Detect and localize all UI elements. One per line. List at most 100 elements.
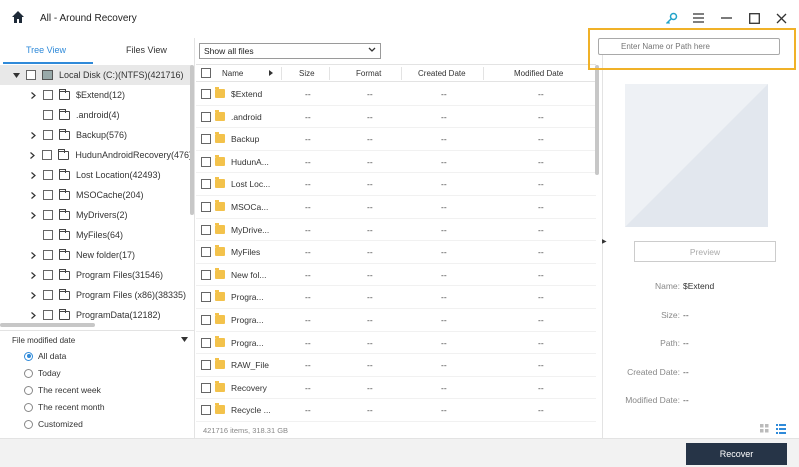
column-modified-date[interactable]: Modified Date [514,69,563,78]
radio-button[interactable] [24,402,33,412]
chevron-right-icon[interactable] [29,271,37,279]
tree-item[interactable]: HudunAndroidRecovery(476) [0,145,192,165]
column-created-date[interactable]: Created Date [418,69,466,78]
tree-item-checkbox[interactable] [42,150,53,160]
row-checkbox[interactable] [201,337,211,348]
tree-item-checkbox[interactable] [43,310,53,320]
tree-item[interactable]: Program Files(31546) [0,265,192,285]
key-icon[interactable] [664,11,678,25]
column-name[interactable]: Name [222,69,243,78]
tree-scrollbar[interactable] [190,65,194,215]
tree-item-checkbox[interactable] [43,290,53,300]
filter-option[interactable]: All data [24,351,66,361]
tab-files-view[interactable]: Files View [126,45,167,55]
sort-icon[interactable] [269,70,273,76]
chevron-right-icon[interactable] [29,171,37,179]
table-row[interactable]: $Extend -- -- -- -- [196,83,596,106]
row-checkbox[interactable] [201,224,211,235]
table-row[interactable]: Progra... -- -- -- -- [196,286,596,309]
row-checkbox[interactable] [201,179,211,190]
tree-item[interactable]: MSOCache(204) [0,185,192,205]
chevron-right-icon[interactable] [29,191,37,199]
tree-item[interactable]: $Extend(12) [0,85,192,105]
table-row[interactable]: Recovery -- -- -- -- [196,377,596,400]
filter-option[interactable]: The recent month [24,402,105,412]
radio-button[interactable] [24,385,33,395]
tree-item-checkbox[interactable] [43,110,53,120]
tree-item[interactable]: MyDrivers(2) [0,205,192,225]
filter-option[interactable]: The recent week [24,385,101,395]
minimize-icon[interactable] [719,11,733,25]
table-row[interactable]: MSOCa... -- -- -- -- [196,196,596,219]
row-checkbox[interactable] [201,89,211,99]
radio-button[interactable] [24,419,33,429]
table-row[interactable]: RAW_File -- -- -- -- [196,354,596,377]
chevron-down-icon[interactable] [181,337,188,342]
list-view-icon[interactable] [776,424,786,434]
file-list-scrollbar[interactable] [595,65,599,175]
tree-item-checkbox[interactable] [43,130,53,140]
row-checkbox[interactable] [201,315,211,325]
filter-option[interactable]: Today [24,368,61,378]
chevron-down-icon[interactable] [12,71,20,79]
grid-view-icon[interactable] [760,424,769,433]
menu-icon[interactable] [691,11,705,25]
table-row[interactable]: .android -- -- -- -- [196,106,596,129]
chevron-right-icon[interactable] [29,151,36,159]
row-checkbox[interactable] [201,111,211,122]
chevron-right-icon[interactable] [29,311,37,319]
row-checkbox[interactable] [201,405,211,416]
column-size[interactable]: Size [299,69,315,78]
tree-item-checkbox[interactable] [26,70,36,80]
table-row[interactable]: Progra... -- -- -- -- [196,309,596,332]
collapse-arrow-icon[interactable]: ▶ [602,238,607,245]
preview-button[interactable]: Preview [634,241,776,262]
tree-item-checkbox[interactable] [43,250,53,260]
tree-item[interactable]: MyFiles(64) [0,225,192,245]
tree-item-disk[interactable]: Local Disk (C:)(NTFS)(421716) [0,65,192,85]
tree-item-checkbox[interactable] [43,190,53,200]
chevron-right-icon[interactable] [29,91,37,99]
table-row[interactable]: Lost Loc... -- -- -- -- [196,173,596,196]
chevron-right-icon[interactable] [29,131,37,139]
tab-tree-view[interactable]: Tree View [26,45,66,55]
radio-button[interactable] [24,368,33,378]
tree-item[interactable]: New folder(17) [0,245,192,265]
show-files-select[interactable]: Show all files [199,43,381,59]
chevron-right-icon[interactable] [29,291,37,299]
chevron-right-icon[interactable] [29,211,37,219]
row-checkbox[interactable] [201,247,211,258]
tree-item[interactable]: .android(4) [0,105,192,125]
tree-item-checkbox[interactable] [43,90,53,100]
maximize-icon[interactable] [747,11,761,25]
row-checkbox[interactable] [201,202,211,212]
row-checkbox[interactable] [201,292,211,303]
search-input[interactable] [598,38,780,55]
tree-item-checkbox[interactable] [43,270,53,280]
row-checkbox[interactable] [201,134,211,145]
close-icon[interactable] [774,11,788,25]
home-icon[interactable] [11,10,25,24]
row-checkbox[interactable] [201,269,211,280]
table-row[interactable]: MyFiles -- -- -- -- [196,241,596,264]
row-checkbox[interactable] [201,156,211,167]
chevron-right-icon[interactable] [29,251,37,259]
radio-button[interactable] [24,351,33,361]
tree-item[interactable]: ProgramData(12182) [0,305,192,323]
tree-item[interactable]: Program Files (x86)(38335) [0,285,192,305]
tree-horizontal-scrollbar[interactable] [0,323,95,327]
tree-item-checkbox[interactable] [43,210,53,220]
recover-button[interactable]: Recover [686,443,787,465]
column-format[interactable]: Format [356,69,381,78]
tree-item[interactable]: Backup(576) [0,125,192,145]
tree-item[interactable]: Lost Location(42493) [0,165,192,185]
select-all-checkbox[interactable] [201,68,211,78]
table-row[interactable]: New fol... -- -- -- -- [196,264,596,287]
tree-item-checkbox[interactable] [43,170,53,180]
row-checkbox[interactable] [201,382,211,393]
row-checkbox[interactable] [201,360,211,371]
table-row[interactable]: Backup -- -- -- -- [196,128,596,151]
table-row[interactable]: MyDrive... -- -- -- -- [196,219,596,242]
tree-item-checkbox[interactable] [43,230,53,240]
table-row[interactable]: HudunA... -- -- -- -- [196,151,596,174]
